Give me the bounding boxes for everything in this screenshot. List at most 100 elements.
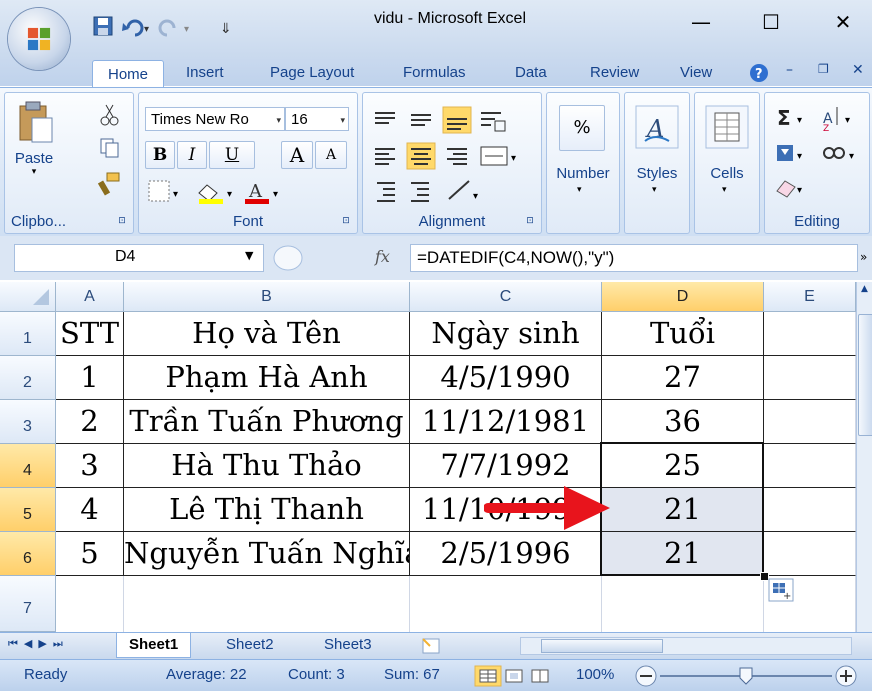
find-select-icon[interactable]: ▾ [823, 147, 854, 162]
tab-insert[interactable]: Insert [186, 64, 224, 81]
decrease-indent-icon[interactable] [377, 182, 395, 202]
copy-icon[interactable] [100, 138, 119, 158]
zoom-thumb[interactable] [739, 667, 753, 685]
alignment-launcher-icon[interactable]: ⊡ [524, 215, 536, 227]
zoom-out-icon[interactable] [635, 665, 657, 687]
maximize-button[interactable]: ☐ [756, 8, 786, 38]
tab-formulas[interactable]: Formulas [403, 64, 466, 81]
sheet-tab-sheet1[interactable]: Sheet1 [116, 633, 192, 658]
wrap-text-icon[interactable] [481, 112, 506, 132]
number-format-icon[interactable]: % [559, 105, 605, 151]
cell-d4[interactable]: 25 [602, 444, 764, 488]
cell-b3[interactable]: Trần Tuấn Phương [124, 400, 410, 444]
cell-e4[interactable] [764, 444, 856, 488]
font-name-combo[interactable]: Times New Ro ▾ [145, 107, 285, 131]
row-header-5[interactable]: 5 [0, 488, 56, 532]
cell-b2[interactable]: Phạm Hà Anh [124, 356, 410, 400]
cell-e2[interactable] [764, 356, 856, 400]
cell-d5[interactable]: 21 [602, 488, 764, 532]
expand-formula-icon[interactable]: » [860, 250, 867, 264]
orientation-icon[interactable]: ▾ [448, 180, 478, 202]
format-painter-icon[interactable] [97, 172, 120, 196]
number-button[interactable]: Number [547, 165, 619, 182]
clear-icon[interactable]: ▾ [776, 180, 802, 198]
page-layout-view-icon[interactable] [505, 669, 523, 683]
cell-d3[interactable]: 36 [602, 400, 764, 444]
normal-view-icon[interactable] [474, 665, 502, 687]
cell-c1[interactable]: Ngày sinh [410, 312, 602, 356]
help-icon[interactable]: ? [748, 62, 770, 84]
row-header-2[interactable]: 2 [0, 356, 56, 400]
cell-c7[interactable] [410, 576, 602, 632]
cell-c3[interactable]: 11/12/1981 [410, 400, 602, 444]
cell-a7[interactable] [56, 576, 124, 632]
fill-icon[interactable]: ▾ [777, 145, 802, 162]
align-top-icon[interactable] [371, 107, 399, 133]
column-header-b[interactable]: B [124, 282, 410, 312]
row-header-1[interactable]: 1 [0, 312, 56, 356]
fill-color-icon[interactable]: ▾ [198, 184, 232, 204]
scroll-thumb[interactable] [858, 314, 872, 436]
office-button[interactable] [8, 8, 70, 70]
tab-review[interactable]: Review [590, 64, 639, 81]
minimize-button[interactable]: — [686, 8, 716, 38]
tab-home[interactable]: Home [92, 60, 164, 89]
zoom-in-icon[interactable] [835, 665, 857, 687]
column-header-c[interactable]: C [410, 282, 602, 312]
cell-e6[interactable] [764, 532, 856, 576]
cell-a5[interactable]: 4 [56, 488, 124, 532]
tab-data[interactable]: Data [515, 64, 547, 81]
font-color-icon[interactable]: A ▾ [245, 181, 278, 204]
cell-d1[interactable]: Tuổi [602, 312, 764, 356]
row-header-6[interactable]: 6 [0, 532, 56, 576]
auto-fill-options-icon[interactable]: + [768, 578, 794, 602]
vertical-scrollbar[interactable]: ▲ [856, 282, 872, 632]
styles-icon[interactable]: A [635, 105, 679, 149]
cell-a6[interactable]: 5 [56, 532, 124, 576]
ribbon-minimize-icon[interactable]: – [786, 62, 793, 78]
font-size-combo[interactable]: 16 ▾ [285, 107, 349, 131]
cells-button[interactable]: Cells [695, 165, 759, 182]
cell-c6[interactable]: 2/5/1996 [410, 532, 602, 576]
cell-e3[interactable] [764, 400, 856, 444]
paste-dropdown-icon[interactable]: ▾ [10, 167, 58, 177]
horizontal-scrollbar[interactable] [520, 637, 852, 655]
cell-e1[interactable] [764, 312, 856, 356]
chevron-down-icon[interactable]: ▼ [245, 249, 253, 262]
cell-c2[interactable]: 4/5/1990 [410, 356, 602, 400]
align-bottom-icon[interactable] [442, 106, 472, 134]
cell-b7[interactable] [124, 576, 410, 632]
save-icon[interactable] [93, 16, 113, 36]
cells-icon[interactable] [705, 105, 749, 149]
column-header-a[interactable]: A [56, 282, 124, 312]
autosum-icon[interactable]: Σ ▾ [777, 106, 802, 130]
borders-icon[interactable]: ▾ [148, 180, 178, 202]
merge-center-icon[interactable]: ▾ [480, 146, 516, 166]
align-center-icon[interactable] [406, 142, 436, 170]
shrink-font-button[interactable]: A [315, 141, 347, 169]
page-break-view-icon[interactable] [531, 669, 549, 683]
name-box[interactable]: D4 ▼ [14, 244, 264, 272]
formula-bar-resize-icon[interactable] [268, 244, 308, 272]
cell-d7[interactable] [602, 576, 764, 632]
cell-e5[interactable] [764, 488, 856, 532]
close-button[interactable]: ✕ [828, 8, 858, 38]
tab-view[interactable]: View [680, 64, 712, 81]
sort-filter-icon[interactable]: AZ▾ [823, 107, 850, 134]
row-header-4[interactable]: 4 [0, 444, 56, 488]
tab-page-layout[interactable]: Page Layout [270, 64, 354, 81]
cell-d2[interactable]: 27 [602, 356, 764, 400]
column-header-e[interactable]: E [764, 282, 856, 312]
horizontal-scroll-thumb[interactable] [541, 639, 663, 653]
italic-button[interactable]: I [177, 141, 207, 169]
align-left-icon[interactable] [375, 148, 395, 165]
row-header-3[interactable]: 3 [0, 400, 56, 444]
styles-button[interactable]: Styles [625, 165, 689, 182]
cut-icon[interactable] [100, 104, 119, 126]
align-right-icon[interactable] [447, 148, 467, 165]
grow-font-button[interactable]: A [281, 141, 313, 169]
insert-sheet-icon[interactable] [420, 636, 444, 656]
clipboard-launcher-icon[interactable]: ⊡ [116, 215, 128, 227]
insert-function-button[interactable]: fx [375, 247, 390, 266]
zoom-level[interactable]: 100% [576, 666, 614, 683]
